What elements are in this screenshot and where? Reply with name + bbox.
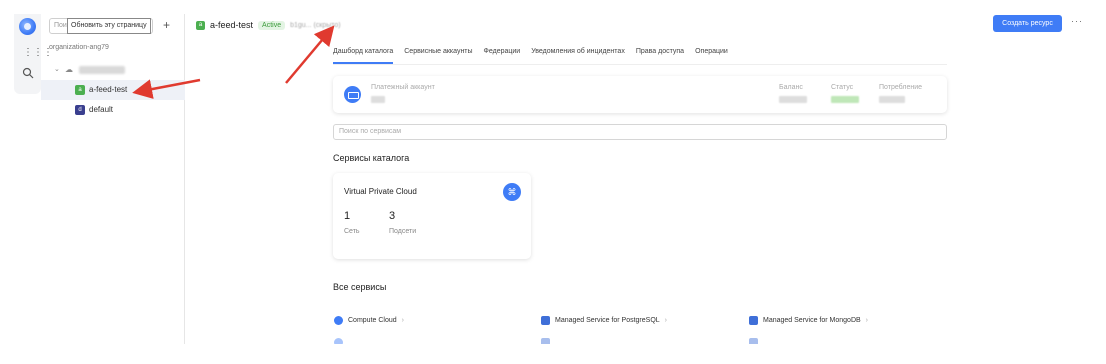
all-services-title: Все сервисы xyxy=(333,282,387,292)
create-resource-button[interactable]: Создать ресурс xyxy=(993,15,1062,32)
networks-count: 1 xyxy=(344,210,351,222)
organization-name[interactable]: organization-ang79 xyxy=(49,44,109,51)
consumption-label: Потребление xyxy=(879,84,923,91)
tab-service-accounts[interactable]: Сервисные аккаунты xyxy=(404,48,472,64)
page-bottom-edge xyxy=(0,344,1106,364)
tree-item-label: a-feed-test xyxy=(89,85,128,94)
vpc-card[interactable]: Virtual Private Cloud ⌘ 1 Сеть 3 Подсети xyxy=(333,173,531,259)
tab-federations[interactable]: Федерации xyxy=(484,48,521,64)
chevron-right-icon: › xyxy=(664,317,668,324)
services-search-input[interactable]: Поиск по сервисам xyxy=(333,124,947,140)
folder-badge: a xyxy=(75,85,85,95)
tab-incident-notifications[interactable]: Уведомления об инцидентах xyxy=(531,48,625,64)
side-rail: ⋮⋮⋮ xyxy=(14,14,53,94)
chevron-right-icon: › xyxy=(401,317,404,324)
folder-badge: a xyxy=(196,20,205,30)
tree-item-a-feed-test[interactable]: a a-feed-test xyxy=(41,80,185,100)
service-link-postgresql[interactable]: Managed Service for PostgreSQL › xyxy=(541,316,667,325)
consumption-value-redacted xyxy=(879,96,905,103)
more-menu-icon[interactable]: ··· xyxy=(1071,16,1083,26)
tabs: Дашборд каталога Сервисные аккаунты Феде… xyxy=(333,48,728,64)
service-label: Compute Cloud xyxy=(348,317,397,324)
tree-item-default[interactable]: d default xyxy=(41,100,185,120)
mongodb-icon xyxy=(749,316,758,325)
catalog-services-title: Сервисы каталога xyxy=(333,153,410,163)
cloud-node[interactable]: ⌄ ☁ xyxy=(41,62,185,78)
credit-card-icon xyxy=(344,86,361,103)
balance-value-redacted xyxy=(779,96,807,103)
folder-badge: d xyxy=(75,105,85,115)
search-icon[interactable] xyxy=(22,67,34,79)
cloud-name-redacted xyxy=(79,66,125,74)
tab-operations[interactable]: Операции xyxy=(695,48,728,64)
balance-label: Баланс xyxy=(779,84,803,91)
status-badge: Active xyxy=(258,20,286,30)
service-link-compute-cloud[interactable]: Compute Cloud › xyxy=(334,316,404,325)
network-icon: ⌘ xyxy=(503,183,521,201)
compute-cloud-icon xyxy=(334,316,343,325)
add-folder-button[interactable]: + xyxy=(163,18,170,32)
service-link-mongodb[interactable]: Managed Service for MongoDB › xyxy=(749,316,868,325)
tree-item-label: default xyxy=(89,105,114,114)
refresh-tooltip: Обновить эту страницу xyxy=(67,18,151,34)
chevron-right-icon: › xyxy=(865,317,869,324)
service-label: Managed Service for MongoDB xyxy=(763,317,861,324)
cloud-logo-icon[interactable] xyxy=(19,18,36,35)
tabs-divider xyxy=(333,64,947,65)
folder-name[interactable]: a-feed-test xyxy=(210,20,253,30)
folder-tree-panel: Пои Обновить эту страницу + organization… xyxy=(41,14,185,344)
tab-dashboard[interactable]: Дашборд каталога xyxy=(333,48,394,64)
status-label: Статус xyxy=(831,84,854,91)
subnets-label: Подсети xyxy=(389,228,417,235)
annotation-arrow-to-folder-id xyxy=(285,25,335,84)
billing-account-label: Платежный аккаунт xyxy=(371,84,435,91)
postgresql-icon xyxy=(541,316,550,325)
folder-id[interactable]: b1gu... (скрыто) xyxy=(290,22,341,29)
billing-account-value-redacted xyxy=(371,96,385,103)
billing-account-card[interactable]: Платежный аккаунт Баланс Статус Потребле… xyxy=(333,76,947,113)
chevron-down-icon[interactable]: ⌄ xyxy=(54,65,60,73)
cloud-icon: ☁ xyxy=(65,65,73,74)
service-label: Managed Service for PostgreSQL xyxy=(555,317,660,324)
subnets-count: 3 xyxy=(389,210,396,222)
vpc-title: Virtual Private Cloud xyxy=(344,187,417,196)
status-value-redacted xyxy=(831,96,859,103)
tab-access-rights[interactable]: Права доступа xyxy=(636,48,684,64)
networks-label: Сеть xyxy=(344,228,360,235)
breadcrumb: a a-feed-test Active b1gu... (скрыто) xyxy=(196,18,341,32)
